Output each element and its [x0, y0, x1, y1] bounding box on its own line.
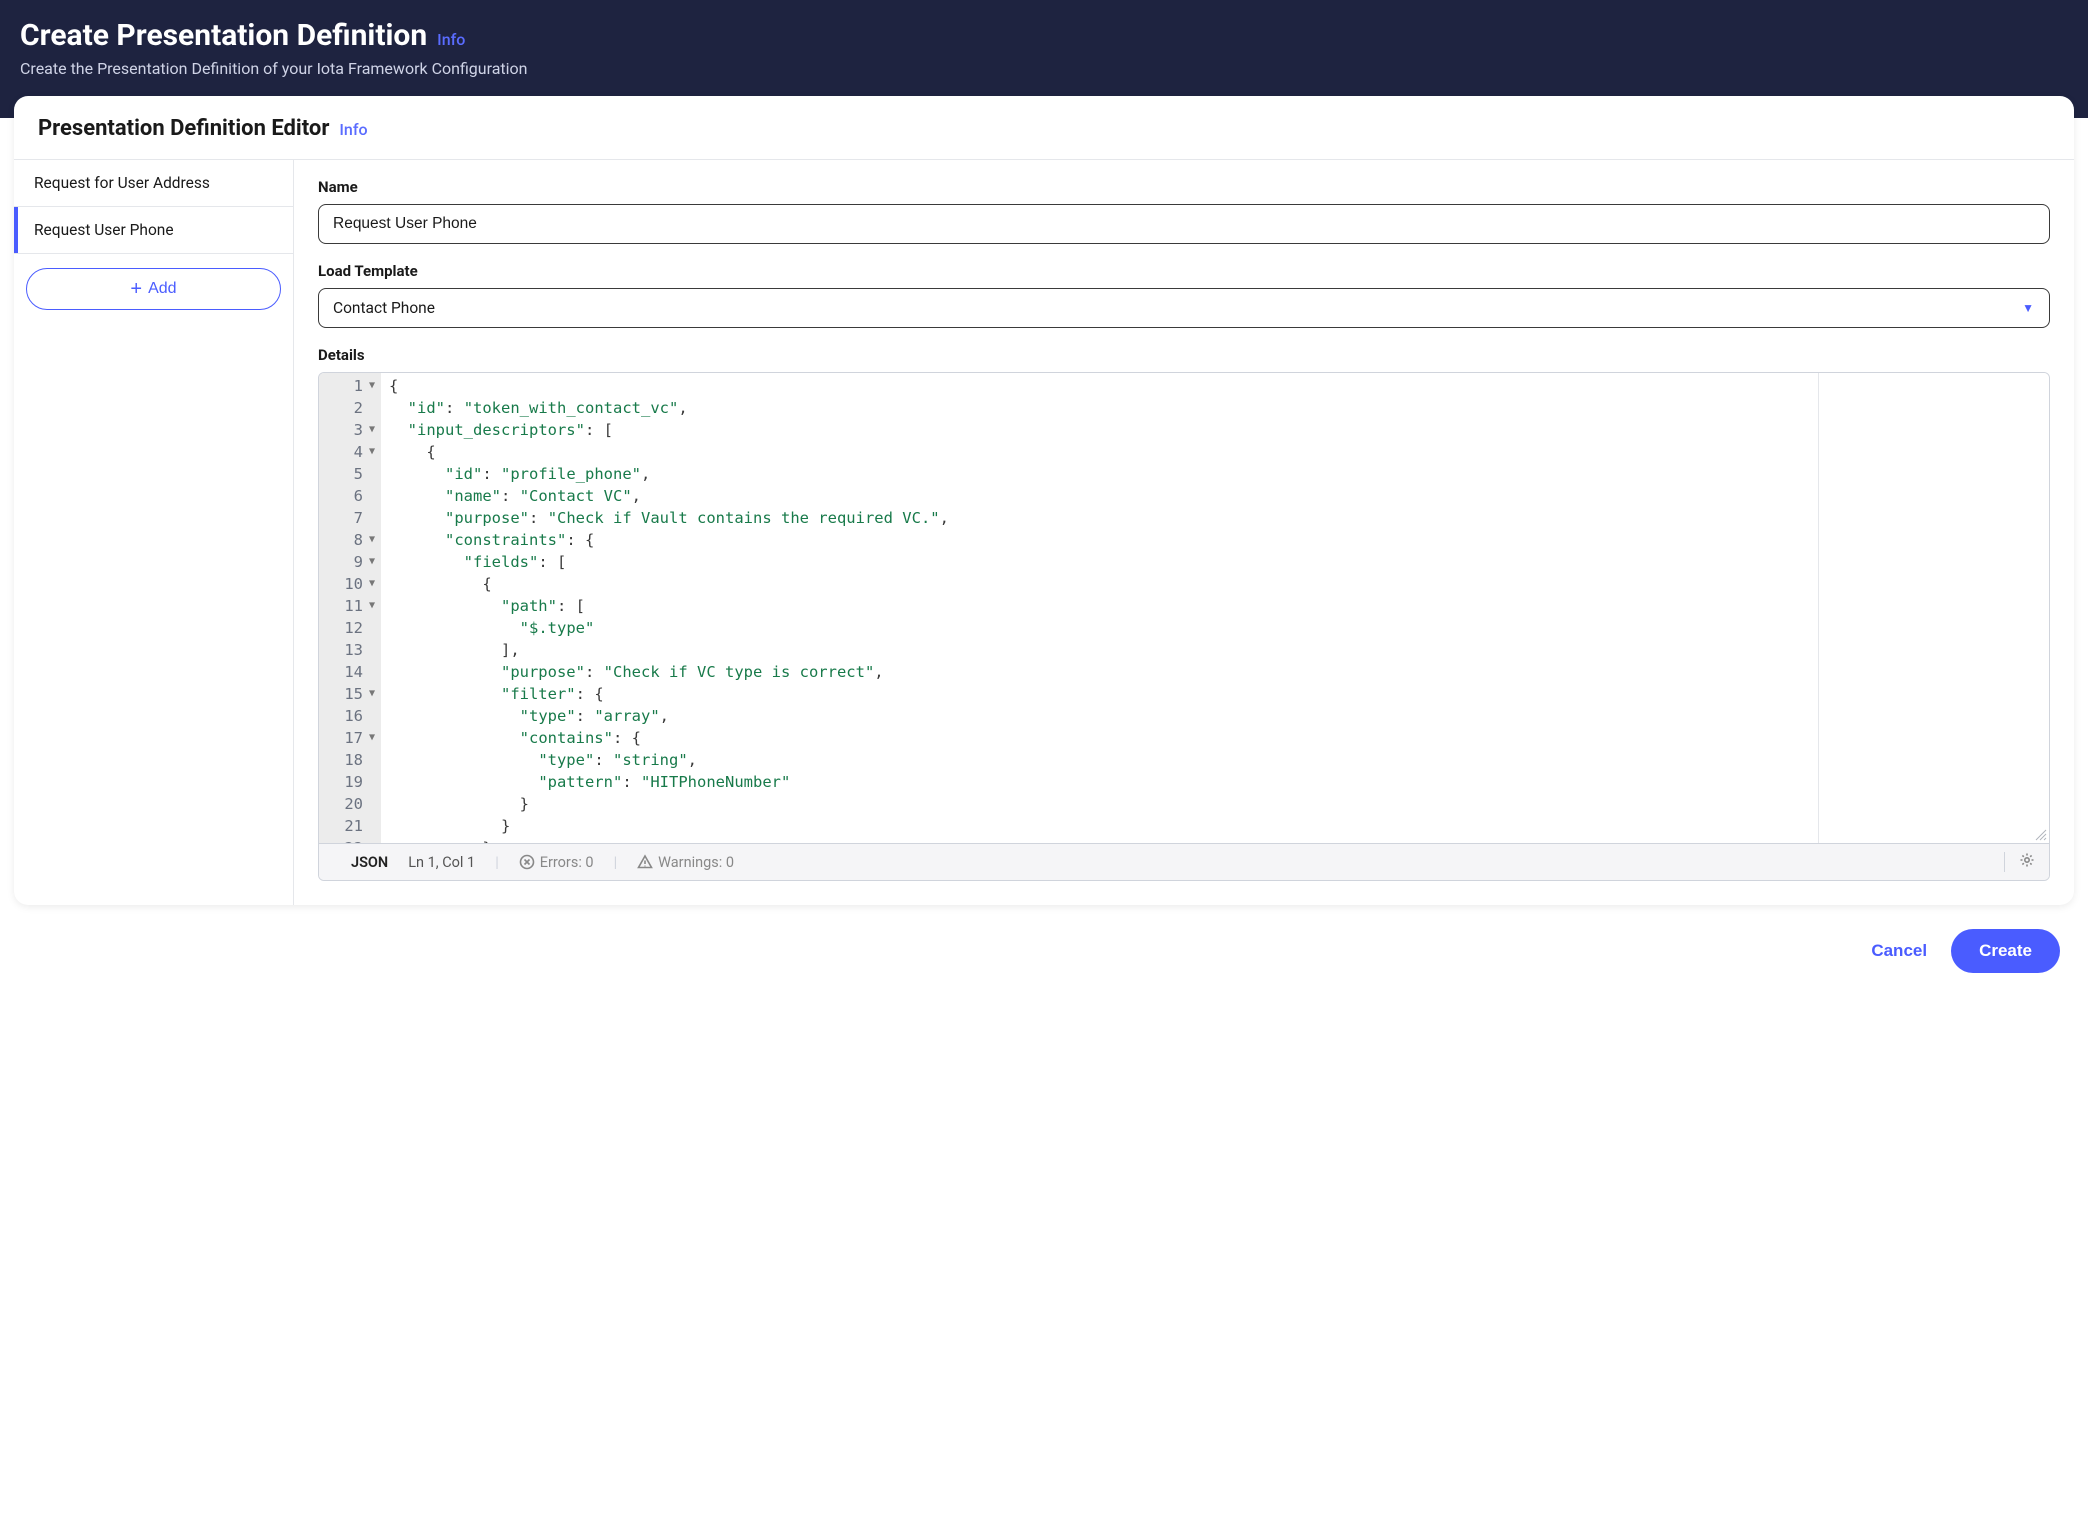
gutter-line: 2 [319, 397, 381, 419]
name-label: Name [318, 178, 2050, 196]
resize-handle-icon[interactable] [2033, 827, 2047, 841]
code-line[interactable]: ], [389, 639, 2041, 661]
editor-settings-button[interactable] [2004, 852, 2035, 872]
gutter-line: 7 [319, 507, 381, 529]
editor-code[interactable]: { "id": "token_with_contact_vc", "input_… [381, 373, 2049, 843]
code-line[interactable]: { [389, 375, 2041, 397]
gutter-line: 17▼ [319, 727, 381, 749]
editor-status-bar: JSON Ln 1, Col 1 | Errors: 0 | Warnings:… [319, 843, 2049, 880]
code-line[interactable]: "pattern": "HITPhoneNumber" [389, 771, 2041, 793]
code-line[interactable]: "name": "Contact VC", [389, 485, 2041, 507]
add-button-label: Add [148, 280, 176, 298]
main-panel: Name Load Template Contact Phone ▼ Detai… [294, 160, 2074, 905]
cancel-button[interactable]: Cancel [1871, 941, 1927, 961]
status-warnings[interactable]: Warnings: 0 [637, 854, 734, 871]
gutter-line: 18 [319, 749, 381, 771]
code-line[interactable]: "fields": [ [389, 551, 2041, 573]
page-title: Create Presentation Definition [20, 18, 427, 53]
gutter-line: 8▼ [319, 529, 381, 551]
gutter-line: 6 [319, 485, 381, 507]
code-line[interactable]: "$.type" [389, 617, 2041, 639]
code-line[interactable]: "type": "string", [389, 749, 2041, 771]
chevron-down-icon: ▼ [2022, 301, 2034, 315]
gutter-line: 19 [319, 771, 381, 793]
status-cursor: Ln 1, Col 1 [408, 854, 475, 871]
template-label: Load Template [318, 262, 2050, 280]
gutter-line: 5 [319, 463, 381, 485]
code-editor-body[interactable]: 1▼23▼4▼5678▼9▼10▼11▼12131415▼1617▼181920… [319, 373, 2049, 843]
gutter-line: 11▼ [319, 595, 381, 617]
fold-icon[interactable]: ▼ [367, 727, 377, 749]
code-line[interactable]: "id": "profile_phone", [389, 463, 2041, 485]
code-line[interactable]: "contains": { [389, 727, 2041, 749]
code-line[interactable]: "purpose": "Check if Vault contains the … [389, 507, 2041, 529]
code-line[interactable]: { [389, 573, 2041, 595]
fold-icon[interactable]: ▼ [367, 529, 377, 551]
gutter-line: 14 [319, 661, 381, 683]
editor-card: Presentation Definition Editor Info Requ… [14, 96, 2074, 905]
name-input[interactable] [318, 204, 2050, 244]
code-line[interactable]: "constraints": { [389, 529, 2041, 551]
sidebar-item-0[interactable]: Request for User Address [14, 160, 293, 207]
status-errors[interactable]: Errors: 0 [519, 854, 594, 871]
code-line[interactable]: "path": [ [389, 595, 2041, 617]
editor-info-link[interactable]: Info [339, 120, 367, 139]
code-line[interactable]: } [389, 793, 2041, 815]
editor-split-line [1818, 373, 1819, 843]
template-select-value: Contact Phone [333, 299, 435, 317]
create-button[interactable]: Create [1951, 929, 2060, 973]
fold-icon[interactable]: ▼ [367, 573, 377, 595]
footer-actions: Cancel Create [0, 905, 2088, 1001]
fold-icon[interactable]: ▼ [367, 683, 377, 705]
status-language: JSON [351, 854, 388, 871]
fold-icon[interactable]: ▼ [367, 595, 377, 617]
code-editor: 1▼23▼4▼5678▼9▼10▼11▼12131415▼1617▼181920… [318, 372, 2050, 881]
add-button[interactable]: + Add [26, 268, 281, 310]
gutter-line: 3▼ [319, 419, 381, 441]
code-line[interactable]: "purpose": "Check if VC type is correct"… [389, 661, 2041, 683]
code-line[interactable]: "input_descriptors": [ [389, 419, 2041, 441]
gutter-line: 10▼ [319, 573, 381, 595]
error-icon [519, 854, 535, 870]
code-line[interactable]: "id": "token_with_contact_vc", [389, 397, 2041, 419]
gutter-line: 21 [319, 815, 381, 837]
page-subtitle: Create the Presentation Definition of yo… [20, 59, 2068, 78]
gutter-line: 15▼ [319, 683, 381, 705]
details-label: Details [318, 346, 2050, 364]
template-select[interactable]: Contact Phone [318, 288, 2050, 328]
sidebar: Request for User AddressRequest User Pho… [14, 160, 294, 905]
gutter-line: 1▼ [319, 375, 381, 397]
fold-icon[interactable]: ▼ [367, 419, 377, 441]
editor-title: Presentation Definition Editor [38, 116, 329, 141]
code-line[interactable]: }, [389, 837, 2041, 843]
gutter-line: 9▼ [319, 551, 381, 573]
gutter-line: 22 [319, 837, 381, 843]
gutter-line: 12 [319, 617, 381, 639]
fold-icon[interactable]: ▼ [367, 441, 377, 463]
gear-icon [2019, 852, 2035, 868]
sidebar-item-1[interactable]: Request User Phone [14, 207, 293, 254]
editor-gutter: 1▼23▼4▼5678▼9▼10▼11▼12131415▼1617▼181920… [319, 373, 381, 843]
code-line[interactable]: "filter": { [389, 683, 2041, 705]
gutter-line: 20 [319, 793, 381, 815]
plus-icon: + [130, 279, 142, 299]
fold-icon[interactable]: ▼ [367, 551, 377, 573]
gutter-line: 13 [319, 639, 381, 661]
gutter-line: 16 [319, 705, 381, 727]
code-line[interactable]: "type": "array", [389, 705, 2041, 727]
fold-icon[interactable]: ▼ [367, 375, 377, 397]
code-line[interactable]: { [389, 441, 2041, 463]
warning-icon [637, 854, 653, 870]
header-info-link[interactable]: Info [437, 30, 465, 49]
gutter-line: 4▼ [319, 441, 381, 463]
code-line[interactable]: } [389, 815, 2041, 837]
